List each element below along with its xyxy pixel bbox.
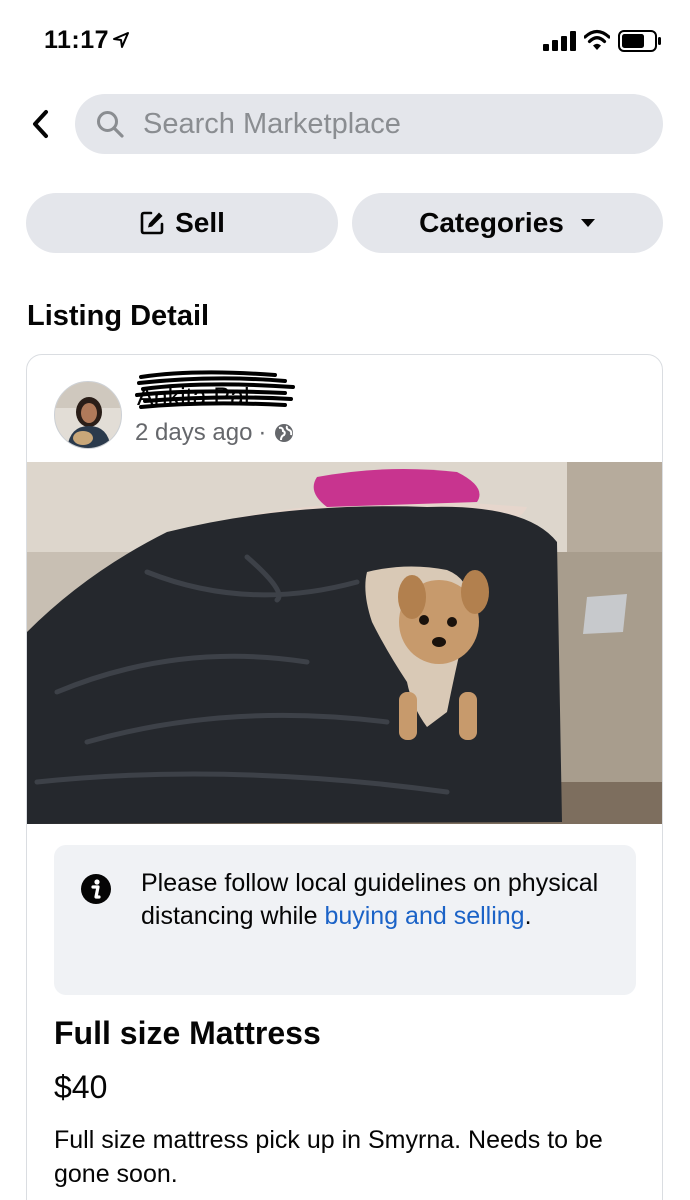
post-meta: 2 days ago · [135,419,294,447]
post-time: 2 days ago [135,419,253,446]
avatar[interactable] [54,381,122,449]
back-chevron-icon [33,110,48,138]
listing-price: $40 [54,1069,108,1105]
battery-icon [618,30,661,52]
notice-text: Please follow local guidelines on physic… [141,867,621,933]
signal-icon [543,31,576,51]
categories-button[interactable]: Categories [352,193,663,253]
distancing-notice: Please follow local guidelines on physic… [54,845,636,995]
search-icon [97,111,124,138]
notice-text-after: . [524,902,532,930]
info-icon [81,874,111,904]
sell-button[interactable]: Sell [26,193,338,253]
section-title: Listing Detail [27,300,210,332]
listing-title: Full size Mattress [54,1015,321,1051]
meta-separator: · [258,419,267,446]
status-bar: 11:17 [0,0,690,84]
categories-label: Categories [419,207,564,238]
caret-down-icon [580,219,595,227]
globe-icon [275,424,294,442]
edit-icon [140,211,164,235]
back-button[interactable] [26,104,56,144]
search-input[interactable]: Search Marketplace [75,94,663,154]
status-time: 11:17 [44,26,110,54]
redaction-scribble [135,370,295,409]
wifi-icon [584,29,610,50]
listing-photo[interactable] [27,462,662,824]
listing-description: Full size mattress pick up in Smyrna. Ne… [54,1126,603,1188]
search-placeholder: Search Marketplace [143,107,401,140]
buying-selling-link[interactable]: buying and selling [324,902,524,930]
location-arrow-icon [113,32,129,48]
sell-label: Sell [175,207,225,238]
listing-card: Ankita Pal 2 days ago · Please follow lo… [26,354,663,1200]
